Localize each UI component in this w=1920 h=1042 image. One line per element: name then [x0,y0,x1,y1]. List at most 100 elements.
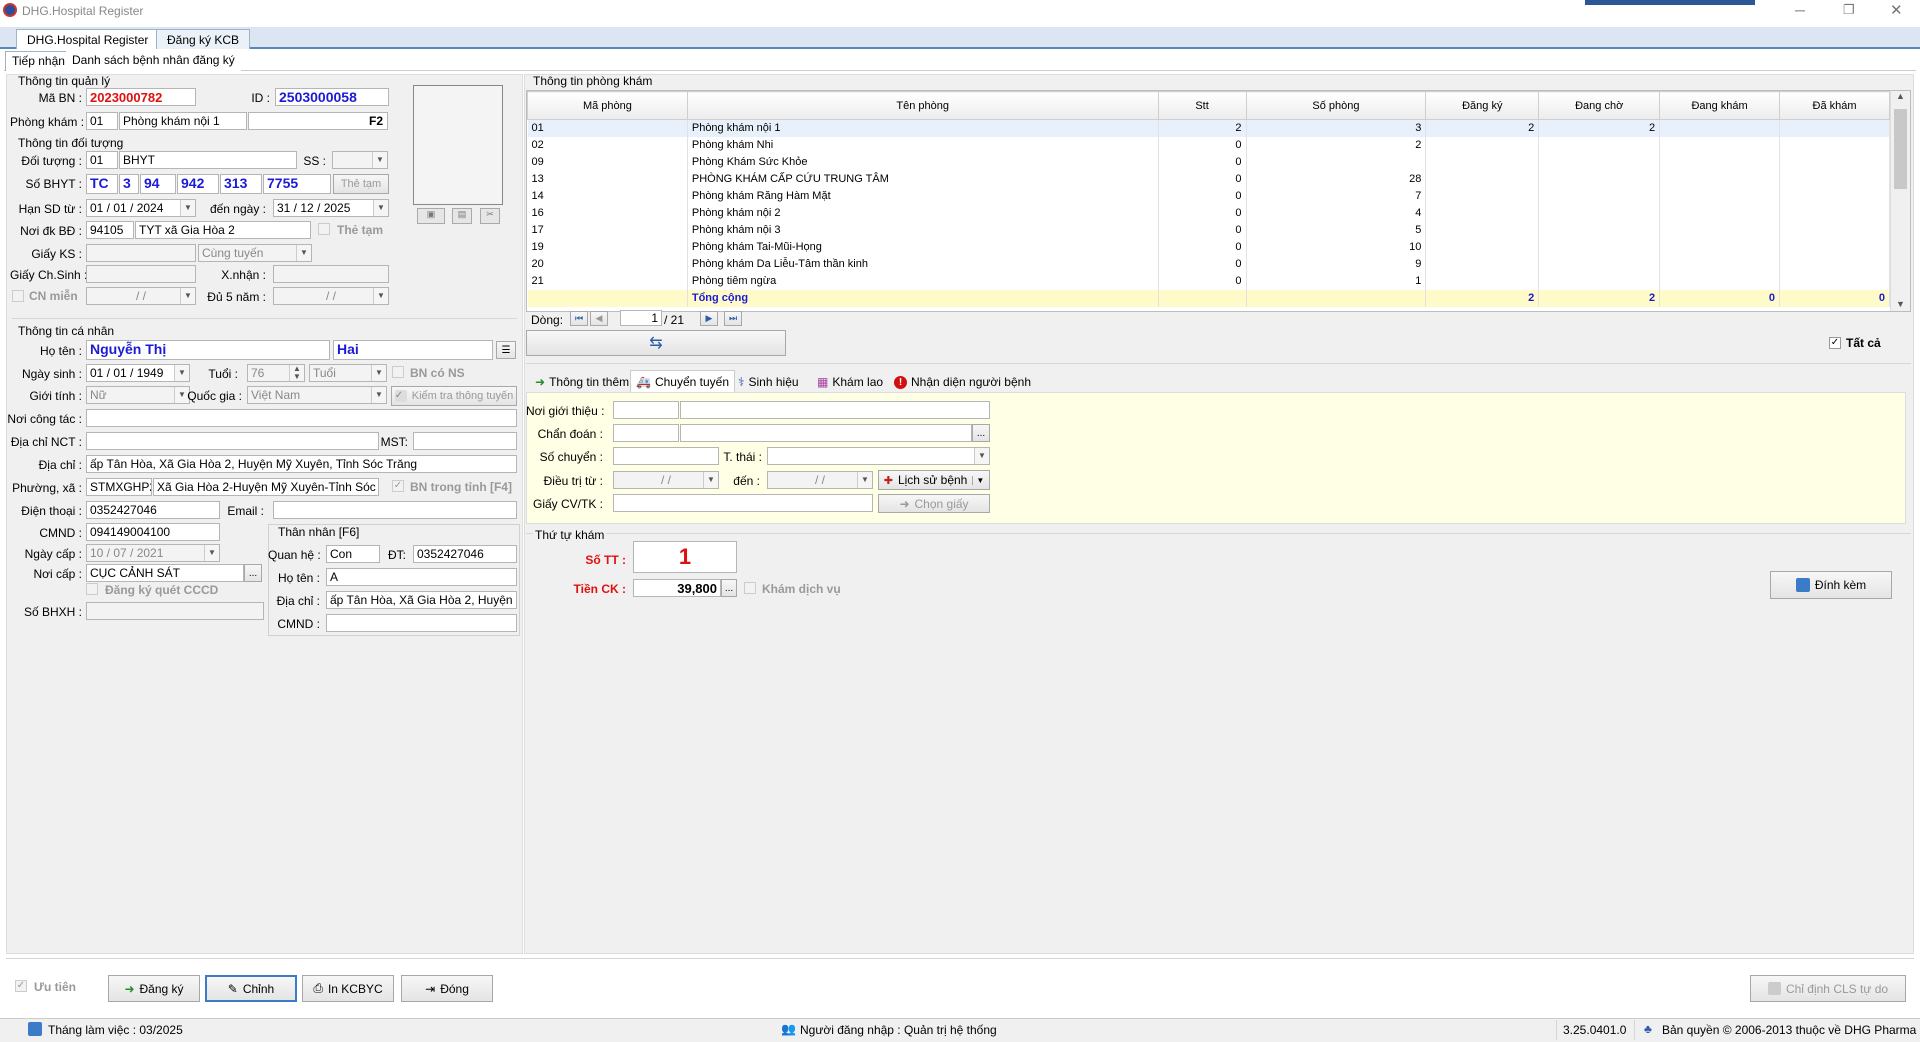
table-row[interactable]: 09 Phòng Khám Sức Khỏe 0 [527,153,1890,171]
chinh-button[interactable]: ✎ Chỉnh [205,975,297,1002]
table-row[interactable]: 16 Phòng khám nội 204 [527,204,1890,222]
in-kcbyc-button[interactable]: ⎙ In KCBYC [302,975,394,1002]
chan-doan-lookup-button[interactable]: ... [972,424,990,442]
noi-dk-name[interactable]: TYT xã Gia Hòa 2 [135,221,311,239]
close-icon[interactable]: ✕ [1890,1,1910,19]
giay-cs-field[interactable] [86,265,196,283]
dia-chi-nct-field[interactable] [86,432,379,450]
bhyt-part-6[interactable]: 7755 [263,174,331,194]
tien-ck-field[interactable]: 39,800 [633,579,721,597]
name-list-icon[interactable]: ☰ [496,341,516,359]
bhyt-part-3[interactable]: 94 [140,174,176,194]
chon-giay-button[interactable]: ➜ Chọn giấy [878,494,990,513]
scroll-up-icon[interactable]: ▲ [1891,91,1910,107]
nav-next-icon[interactable]: ▶ [700,311,718,326]
grid-scrollbar[interactable]: ▲ ▼ [1890,91,1910,311]
tab-hospital-register[interactable]: DHG.Hospital Register [16,29,160,49]
nav-last-icon[interactable]: ⏭ [724,311,742,326]
cn-mien-date[interactable]: / / ▼ [86,287,196,305]
tab-thong-tin-them[interactable]: ➜ Thông tin thêm [530,372,634,392]
tab-nhan-dien[interactable]: ! Nhận diện người bệnh [889,372,1036,392]
du-5nam-date[interactable]: / / ▼ [273,287,389,305]
nav-prev-icon[interactable]: ◀ [590,311,608,326]
noi-gioi-thieu-code[interactable] [613,401,679,419]
ss-select[interactable]: ▼ [332,151,388,169]
phong-kham-code[interactable]: 01 [86,112,118,130]
bhyt-part-5[interactable]: 313 [220,174,262,194]
dong-button[interactable]: ⇥ Đóng [401,975,493,1002]
ngay-cap-field[interactable]: 10 / 07 / 2021 ▼ [86,544,220,562]
table-row[interactable]: 13 PHÒNG KHÁM CẤP CỨU TRUNG TÂM 0 28 [527,170,1890,188]
col-stt[interactable]: Stt [1157,91,1247,120]
bhyt-part-2[interactable]: 3 [119,174,139,194]
image-load-icon[interactable]: ▤ [452,208,472,224]
tab-danh-sach-bn[interactable]: Danh sách bệnh nhân đăng ký [66,51,241,71]
han-sd-from[interactable]: 01 / 01 / 2024 ▼ [86,199,196,217]
giay-cv-field[interactable] [613,494,873,512]
mst-field[interactable] [413,432,517,450]
t-thai-select[interactable]: ▼ [767,447,990,465]
lich-su-benh-button[interactable]: ✚ Lịch sử bệnh ▼ [878,470,990,490]
table-row[interactable]: 20 Phòng khám Da Liễu-Tâm thần kinh 0 9 [527,255,1890,273]
bn-co-ns-checkbox[interactable] [392,366,404,378]
cmnd-field[interactable]: 094149004100 [86,523,220,541]
uu-tien-checkbox[interactable]: ✓ [15,980,27,992]
col-dang-kham[interactable]: Đang khám [1659,91,1781,120]
email-field[interactable] [273,501,517,519]
table-row[interactable]: 17 Phòng khám nội 305 [527,221,1890,239]
than-nhan-ho-ten-field[interactable]: A [326,568,517,586]
tab-chuyen-tuyen[interactable]: 🚑 Chuyển tuyến [630,370,736,392]
ho-field[interactable]: Nguyễn Thị [86,340,330,360]
table-row[interactable]: 21 Phòng tiêm ngừa 0 1 [527,272,1890,290]
noi-cap-field[interactable]: CỤC CẢNH SÁT [86,564,244,582]
the-tam-button[interactable]: Thẻ tạm [333,174,389,194]
dia-chi-field[interactable]: ấp Tân Hòa, Xã Gia Hòa 2, Huyện Mỹ Xuyên… [86,455,517,473]
noi-cap-lookup-button[interactable]: ... [244,564,262,582]
than-nhan-dia-chi-field[interactable]: ấp Tân Hòa, Xã Gia Hòa 2, Huyện Mỹ [326,591,517,609]
dk-cccd-checkbox[interactable] [86,583,98,595]
cn-mien-checkbox[interactable] [12,290,24,302]
phuong-xa-name[interactable]: Xã Gia Hòa 2-Huyện Mỹ Xuyên-Tỉnh Sóc Tră… [153,478,379,496]
col-so-phong[interactable]: Số phòng [1245,91,1427,120]
noi-cong-tac-field[interactable] [86,409,517,427]
dieu-tri-tu-date[interactable]: / / ▼ [613,471,719,489]
kiem-tra-thong-tuyen-button[interactable]: ✓ Kiểm tra thông tuyến [391,386,517,406]
bn-trong-tinh-checkbox[interactable]: ✓ [392,480,404,492]
page-input[interactable]: 1 [620,310,662,326]
ngay-sinh-field[interactable]: 01 / 01 / 1949 ▼ [86,364,190,382]
phuong-xa-code[interactable]: STMXGHP2 [86,478,152,496]
table-row[interactable]: 14 Phòng khám Răng Hàm Mặt 0 7 [527,187,1890,205]
col-da-kham[interactable]: Đã khám [1779,91,1890,120]
tab-sinh-hieu[interactable]: ⚕ Sinh hiệu [733,372,804,392]
scroll-thumb[interactable] [1894,109,1907,189]
tab-kham-lao[interactable]: ▦ Khám lao [812,372,888,392]
han-sd-to[interactable]: 31 / 12 / 2025 ▼ [273,199,389,217]
phong-kham-search[interactable]: F2 [248,112,388,130]
quan-he-field[interactable]: Con [326,545,380,563]
dinh-kem-button[interactable]: Đính kèm [1770,571,1892,599]
col-ma-phong[interactable]: Mã phòng [527,91,688,120]
tuoi-field[interactable]: 76 ▲ ▼ [247,364,305,382]
doi-tuong-code[interactable]: 01 [86,151,118,169]
maximize-icon[interactable]: ❐ [1843,2,1863,18]
camera-icon[interactable]: ▣ [417,208,445,224]
bhyt-part-1[interactable]: TC [86,174,118,194]
scroll-down-icon[interactable]: ▼ [1891,299,1910,309]
dien-thoai-field[interactable]: 0352427046 [86,501,220,519]
gioi-tinh-select[interactable]: Nữ ▼ [86,386,190,404]
chan-doan-name[interactable] [680,424,972,442]
noi-dk-code[interactable]: 94105 [86,221,134,239]
ma-bn-field[interactable]: 2023000782 [86,88,196,106]
noi-gioi-thieu-name[interactable] [680,401,990,419]
cung-tuyen-select[interactable]: Cùng tuyến ▼ [198,244,312,262]
tat-ca-checkbox[interactable]: ✓ [1829,337,1841,349]
col-ten-phong[interactable]: Tên phòng [686,91,1159,120]
table-row[interactable]: 02 Phòng khám Nhi 0 2 [527,136,1890,154]
the-tam-checkbox[interactable] [318,223,330,235]
image-delete-icon[interactable]: ✂ [480,208,500,224]
bhyt-part-4[interactable]: 942 [177,174,219,194]
chan-doan-code[interactable] [613,424,679,442]
table-row[interactable]: 01 Phòng khám nội 12322 [527,119,1890,137]
tab-tiep-nhan[interactable]: Tiếp nhận [5,51,72,71]
quoc-gia-select[interactable]: Việt Nam ▼ [247,386,387,404]
